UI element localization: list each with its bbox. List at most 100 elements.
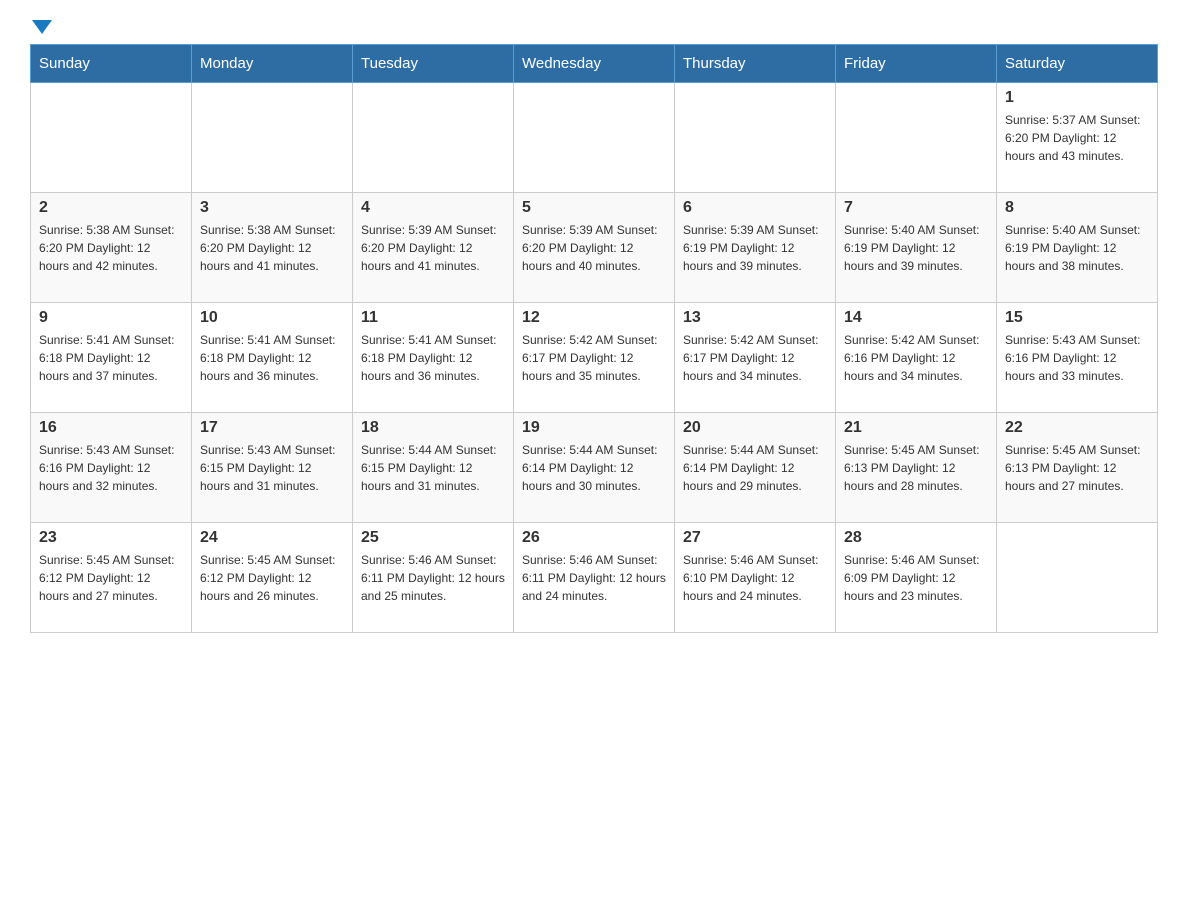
day-info: Sunrise: 5:38 AM Sunset: 6:20 PM Dayligh…: [39, 221, 183, 275]
day-number: 6: [683, 199, 827, 217]
calendar-week-row: 1 Sunrise: 5:37 AM Sunset: 6:20 PM Daylig…: [31, 83, 1158, 193]
day-info: Sunrise: 5:43 AM Sunset: 6:16 PM Dayligh…: [39, 441, 183, 495]
calendar-cell: 26 Sunrise: 5:46 AM Sunset: 6:11 PM Dayli…: [514, 523, 675, 633]
day-number: 18: [361, 419, 505, 437]
day-number: 13: [683, 309, 827, 327]
day-number: 1: [1005, 89, 1149, 107]
day-info: Sunrise: 5:44 AM Sunset: 6:14 PM Dayligh…: [522, 441, 666, 495]
day-number: 9: [39, 309, 183, 327]
day-number: 8: [1005, 199, 1149, 217]
calendar-cell: 20Sunrise: 5:44 AM Sunset: 6:14 PM Dayli…: [675, 413, 836, 523]
day-number: 22: [1005, 419, 1149, 437]
calendar-cell: 21 Sunrise: 5:45 AM Sunset: 6:13 PM Dayli…: [836, 413, 997, 523]
day-info: Sunrise: 5:46 AM Sunset: 6:11 PM Dayligh…: [522, 551, 666, 605]
day-number: 12: [522, 309, 666, 327]
page-header: [30, 20, 1158, 34]
day-info: Sunrise: 5:38 AM Sunset: 6:20 PM Dayligh…: [200, 221, 344, 275]
day-info: Sunrise: 5:42 AM Sunset: 6:16 PM Dayligh…: [844, 331, 988, 385]
calendar-cell: 7 Sunrise: 5:40 AM Sunset: 6:19 PM Daylig…: [836, 193, 997, 303]
calendar-cell: 23Sunrise: 5:45 AM Sunset: 6:12 PM Dayli…: [31, 523, 192, 633]
day-info: Sunrise: 5:39 AM Sunset: 6:20 PM Dayligh…: [522, 221, 666, 275]
day-number: 27: [683, 529, 827, 547]
weekday-header-saturday: Saturday: [997, 45, 1158, 83]
day-number: 24: [200, 529, 344, 547]
calendar-cell: 11 Sunrise: 5:41 AM Sunset: 6:18 PM Dayli…: [353, 303, 514, 413]
weekday-header-tuesday: Tuesday: [353, 45, 514, 83]
calendar-cell: 28 Sunrise: 5:46 AM Sunset: 6:09 PM Dayli…: [836, 523, 997, 633]
calendar-week-row: 16 Sunrise: 5:43 AM Sunset: 6:16 PM Dayli…: [31, 413, 1158, 523]
day-info: Sunrise: 5:40 AM Sunset: 6:19 PM Dayligh…: [1005, 221, 1149, 275]
day-number: 16: [39, 419, 183, 437]
calendar-cell: 17 Sunrise: 5:43 AM Sunset: 6:15 PM Dayli…: [192, 413, 353, 523]
calendar-table: SundayMondayTuesdayWednesdayThursdayFrid…: [30, 44, 1158, 633]
day-info: Sunrise: 5:41 AM Sunset: 6:18 PM Dayligh…: [200, 331, 344, 385]
day-number: 25: [361, 529, 505, 547]
calendar-cell: 18 Sunrise: 5:44 AM Sunset: 6:15 PM Dayli…: [353, 413, 514, 523]
calendar-cell: [675, 83, 836, 193]
calendar-cell: 19 Sunrise: 5:44 AM Sunset: 6:14 PM Dayli…: [514, 413, 675, 523]
calendar-cell: [192, 83, 353, 193]
calendar-cell: [836, 83, 997, 193]
calendar-week-row: 23 Sunrise: 5:45 AM Sunset: 6:12 PM Dayli…: [31, 523, 1158, 633]
calendar-cell: 4 Sunrise: 5:39 AM Sunset: 6:20 PM Daylig…: [353, 193, 514, 303]
calendar-cell: 12 Sunrise: 5:42 AM Sunset: 6:17 PM Dayli…: [514, 303, 675, 413]
calendar-cell: 3 Sunrise: 5:38 AM Sunset: 6:20 PM Daylig…: [192, 193, 353, 303]
day-number: 15: [1005, 309, 1149, 327]
day-info: Sunrise: 5:41 AM Sunset: 6:18 PM Dayligh…: [361, 331, 505, 385]
day-number: 4: [361, 199, 505, 217]
calendar-cell: 1 Sunrise: 5:37 AM Sunset: 6:20 PM Daylig…: [997, 83, 1158, 193]
calendar-cell: 24 Sunrise: 5:45 AM Sunset: 6:12 PM Dayli…: [192, 523, 353, 633]
day-info: Sunrise: 5:42 AM Sunset: 6:17 PM Dayligh…: [683, 331, 827, 385]
day-number: 11: [361, 309, 505, 327]
day-number: 17: [200, 419, 344, 437]
day-info: Sunrise: 5:42 AM Sunset: 6:17 PM Dayligh…: [522, 331, 666, 385]
calendar-cell: [514, 83, 675, 193]
day-info: Sunrise: 5:44 AM Sunset: 6:15 PM Dayligh…: [361, 441, 505, 495]
weekday-header-wednesday: Wednesday: [514, 45, 675, 83]
calendar-cell: [353, 83, 514, 193]
calendar-cell: 22 Sunrise: 5:45 AM Sunset: 6:13 PM Dayli…: [997, 413, 1158, 523]
day-info: Sunrise: 5:46 AM Sunset: 6:10 PM Dayligh…: [683, 551, 827, 605]
weekday-header-friday: Friday: [836, 45, 997, 83]
day-info: Sunrise: 5:45 AM Sunset: 6:12 PM Dayligh…: [200, 551, 344, 605]
day-info: Sunrise: 5:46 AM Sunset: 6:11 PM Dayligh…: [361, 551, 505, 605]
calendar-week-row: 9 Sunrise: 5:41 AM Sunset: 6:18 PM Daylig…: [31, 303, 1158, 413]
calendar-cell: 10Sunrise: 5:41 AM Sunset: 6:18 PM Dayli…: [192, 303, 353, 413]
day-info: Sunrise: 5:40 AM Sunset: 6:19 PM Dayligh…: [844, 221, 988, 275]
calendar-week-row: 2 Sunrise: 5:38 AM Sunset: 6:20 PM Daylig…: [31, 193, 1158, 303]
weekday-header-sunday: Sunday: [31, 45, 192, 83]
logo: [30, 20, 54, 34]
day-number: 3: [200, 199, 344, 217]
day-info: Sunrise: 5:39 AM Sunset: 6:20 PM Dayligh…: [361, 221, 505, 275]
day-info: Sunrise: 5:45 AM Sunset: 6:13 PM Dayligh…: [1005, 441, 1149, 495]
calendar-cell: 25 Sunrise: 5:46 AM Sunset: 6:11 PM Dayli…: [353, 523, 514, 633]
day-info: Sunrise: 5:39 AM Sunset: 6:19 PM Dayligh…: [683, 221, 827, 275]
logo-arrow-icon: [32, 20, 52, 34]
day-number: 20: [683, 419, 827, 437]
day-info: Sunrise: 5:43 AM Sunset: 6:16 PM Dayligh…: [1005, 331, 1149, 385]
day-number: 21: [844, 419, 988, 437]
day-number: 7: [844, 199, 988, 217]
day-number: 5: [522, 199, 666, 217]
calendar-cell: 15 Sunrise: 5:43 AM Sunset: 6:16 PM Dayli…: [997, 303, 1158, 413]
day-number: 26: [522, 529, 666, 547]
calendar-cell: 9 Sunrise: 5:41 AM Sunset: 6:18 PM Daylig…: [31, 303, 192, 413]
weekday-header-row: SundayMondayTuesdayWednesdayThursdayFrid…: [31, 45, 1158, 83]
day-number: 19: [522, 419, 666, 437]
day-number: 23: [39, 529, 183, 547]
day-info: Sunrise: 5:37 AM Sunset: 6:20 PM Dayligh…: [1005, 111, 1149, 165]
day-number: 14: [844, 309, 988, 327]
day-info: Sunrise: 5:43 AM Sunset: 6:15 PM Dayligh…: [200, 441, 344, 495]
weekday-header-monday: Monday: [192, 45, 353, 83]
day-info: Sunrise: 5:45 AM Sunset: 6:13 PM Dayligh…: [844, 441, 988, 495]
calendar-cell: 27 Sunrise: 5:46 AM Sunset: 6:10 PM Dayli…: [675, 523, 836, 633]
calendar-cell: 2 Sunrise: 5:38 AM Sunset: 6:20 PM Daylig…: [31, 193, 192, 303]
day-info: Sunrise: 5:41 AM Sunset: 6:18 PM Dayligh…: [39, 331, 183, 385]
weekday-header-thursday: Thursday: [675, 45, 836, 83]
calendar-cell: 6 Sunrise: 5:39 AM Sunset: 6:19 PM Daylig…: [675, 193, 836, 303]
day-number: 28: [844, 529, 988, 547]
calendar-cell: 14 Sunrise: 5:42 AM Sunset: 6:16 PM Dayli…: [836, 303, 997, 413]
day-info: Sunrise: 5:46 AM Sunset: 6:09 PM Dayligh…: [844, 551, 988, 605]
calendar-cell: 5 Sunrise: 5:39 AM Sunset: 6:20 PM Daylig…: [514, 193, 675, 303]
day-number: 2: [39, 199, 183, 217]
